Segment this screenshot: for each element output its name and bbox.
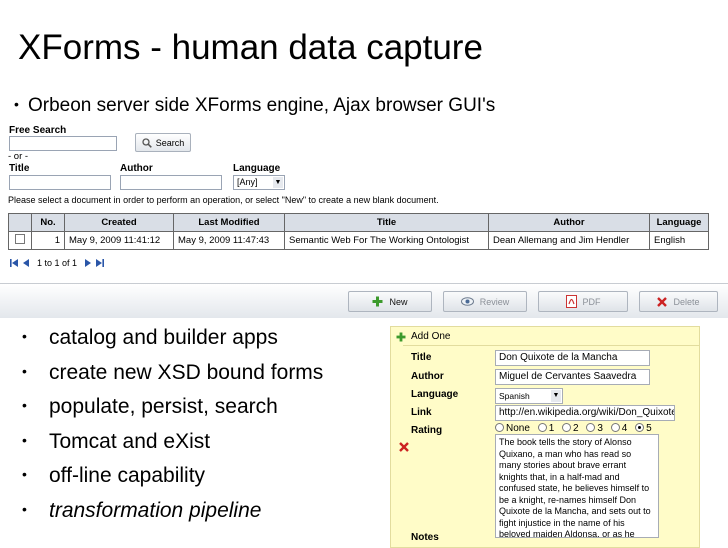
column-header-created: Created [64, 213, 174, 232]
plus-icon [396, 332, 406, 341]
slide-title: XForms - human data capture [18, 28, 483, 67]
title-search-input[interactable] [9, 175, 111, 190]
search-button[interactable]: Search [135, 133, 191, 152]
form-language-label: Language [411, 389, 459, 400]
new-button-label: New [389, 296, 408, 307]
language-select[interactable]: [Any] ▼ [233, 175, 285, 190]
language-select-value: [Any] [237, 177, 258, 187]
title-label: Title [9, 163, 30, 174]
column-header-title: Title [284, 213, 489, 232]
instructions-text: Please select a document in order to per… [8, 195, 439, 205]
form-notes-textarea[interactable]: The book tells the story of Alonso Quixa… [495, 434, 659, 538]
form-link-label: Link [411, 407, 432, 418]
add-one-form: Add One Title Don Quixote de la Mancha A… [390, 326, 700, 548]
previous-page-icon[interactable] [22, 258, 30, 268]
feature-bullets: • catalog and builder apps • create new XS… [22, 320, 323, 528]
author-label: Author [120, 163, 153, 174]
delete-button-label: Delete [673, 296, 700, 307]
form-notes-label: Notes [411, 532, 439, 543]
pager: 1 to 1 of 1 [9, 258, 105, 268]
form-author-label: Author [411, 371, 444, 382]
chevron-down-icon: ▼ [273, 177, 283, 188]
rating-option-none[interactable]: None [495, 423, 530, 434]
list-item: • populate, persist, search [22, 395, 278, 419]
language-label: Language [233, 163, 281, 174]
remove-row-icon[interactable] [399, 439, 409, 457]
table-row[interactable]: 1 May 9, 2009 11:41:12 May 9, 2009 11:47… [8, 231, 709, 250]
free-search-label: Free Search [9, 125, 67, 136]
rating-option-3[interactable]: 3 [586, 423, 603, 434]
column-header-author: Author [488, 213, 650, 232]
free-search-input[interactable] [9, 136, 117, 151]
delete-x-icon [657, 296, 668, 307]
form-author-input[interactable]: Miguel de Cervantes Saavedra [495, 369, 650, 385]
rating-radio-group: None 1 2 3 4 5 [495, 423, 652, 434]
pdf-button-label: PDF [582, 296, 601, 307]
subtitle-text: Orbeon server side XForms engine, Ajax b… [28, 95, 496, 116]
search-panel: Free Search Search - or - Title Author L… [0, 118, 728, 276]
form-divider [403, 345, 699, 346]
radio-button[interactable] [610, 423, 620, 432]
plus-icon [372, 296, 383, 307]
review-button[interactable]: Review [443, 291, 527, 312]
eye-icon [460, 297, 474, 306]
rating-option-1[interactable]: 1 [537, 423, 554, 434]
pdf-button[interactable]: PDF [538, 291, 628, 312]
review-button-label: Review [479, 296, 510, 307]
pager-text: 1 to 1 of 1 [37, 258, 78, 268]
radio-button[interactable] [586, 423, 596, 432]
author-search-input[interactable] [120, 175, 222, 190]
cell-created: May 9, 2009 11:41:12 [64, 231, 174, 250]
chevron-down-icon: ▼ [551, 390, 561, 402]
column-header-last-modified: Last Modified [173, 213, 285, 232]
first-page-icon[interactable] [9, 258, 19, 268]
form-link-input[interactable]: http://en.wikipedia.org/wiki/Don_Quixote [495, 405, 675, 421]
radio-button[interactable] [562, 423, 572, 432]
last-page-icon[interactable] [95, 258, 105, 268]
table-header-row: No. Created Last Modified Title Author L… [8, 213, 709, 232]
rating-option-4[interactable]: 4 [610, 423, 627, 434]
cell-language: English [649, 231, 709, 250]
column-header-no: No. [31, 213, 65, 232]
list-item: • transformation pipeline [22, 498, 262, 522]
add-one-label: Add One [411, 331, 451, 342]
form-title-label: Title [411, 352, 432, 363]
radio-button-selected[interactable] [635, 423, 645, 432]
list-item: • Tomcat and eXist [22, 429, 211, 453]
delete-button[interactable]: Delete [639, 291, 718, 312]
rating-option-5[interactable]: 5 [635, 423, 652, 434]
form-language-select[interactable]: Spanish ▼ [495, 388, 563, 404]
cell-author: Dean Allemang and Jim Hendler [488, 231, 650, 250]
cell-title: Semantic Web For The Working Ontologist [284, 231, 489, 250]
subtitle-bullet: • Orbeon server side XForms engine, Ajax … [14, 95, 496, 116]
list-item: • create new XSD bound forms [22, 360, 324, 384]
documents-table: No. Created Last Modified Title Author L… [8, 213, 709, 250]
action-toolbar: New Review PDF Delete [0, 283, 728, 318]
row-checkbox[interactable] [15, 234, 25, 244]
list-item: • off-line capability [22, 464, 206, 488]
form-rating-label: Rating [411, 425, 443, 436]
cell-no: 1 [31, 231, 65, 250]
radio-button[interactable] [537, 423, 547, 432]
add-one-header[interactable]: Add One [396, 331, 450, 342]
list-item: • catalog and builder apps [22, 326, 278, 349]
select-column-header [8, 213, 32, 232]
pdf-icon [565, 295, 577, 308]
magnifier-icon [142, 137, 152, 148]
radio-button[interactable] [495, 423, 504, 432]
search-button-label: Search [155, 137, 185, 148]
column-header-language: Language [649, 213, 709, 232]
row-checkbox-cell[interactable] [8, 231, 32, 250]
form-title-input[interactable]: Don Quixote de la Mancha [495, 350, 650, 366]
cell-modified: May 9, 2009 11:47:43 [173, 231, 285, 250]
new-button[interactable]: New [348, 291, 432, 312]
rating-option-2[interactable]: 2 [562, 423, 579, 434]
next-page-icon[interactable] [84, 258, 92, 268]
or-label: - or - [8, 151, 29, 162]
form-language-value: Spanish [499, 391, 530, 401]
